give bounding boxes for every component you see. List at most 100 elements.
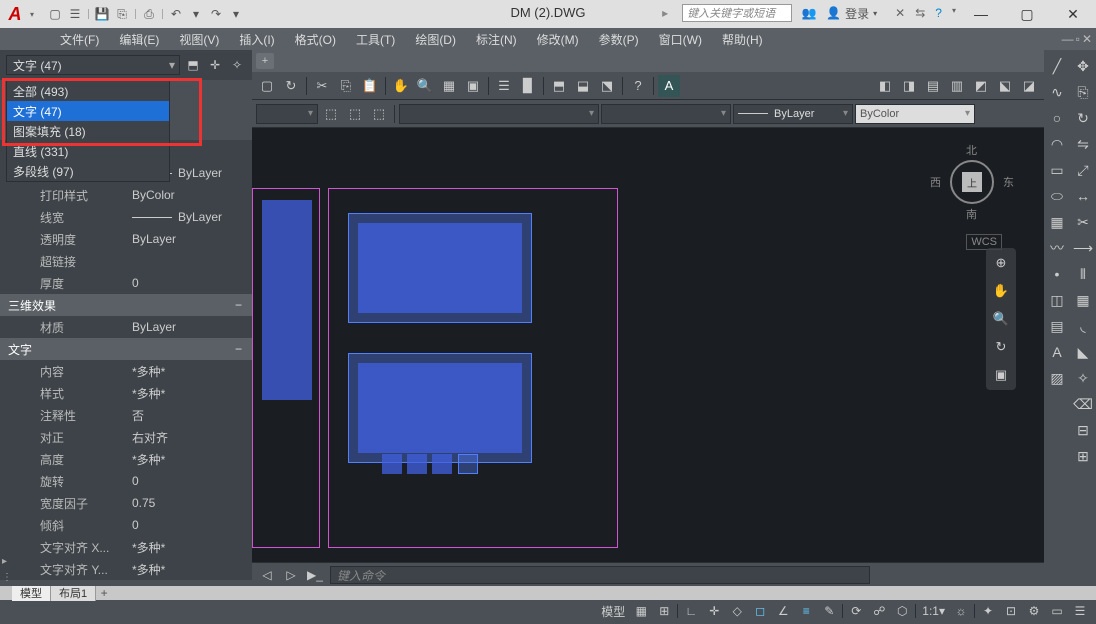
tool-icon[interactable]: ▣ [462,75,484,97]
menu-window[interactable]: 窗口(W) [649,31,712,48]
chamfer-icon[interactable]: ◣ [1073,342,1093,362]
ellipse-icon[interactable]: ⬭ [1047,186,1067,206]
group-3d-effects[interactable]: 三维效果 [0,294,252,316]
dyn-input-icon[interactable]: ✎ [819,602,839,620]
point-icon[interactable]: • [1047,264,1067,284]
tool-icon[interactable]: ◨ [898,75,920,97]
annoscale-icon[interactable]: 1:1▾ [919,602,948,620]
cycling-icon[interactable]: ⟳ [846,602,866,620]
dropdown-item[interactable]: 多段线 (97) [7,161,169,181]
dropdown-item[interactable]: 全部 (493) [7,81,169,101]
app-logo[interactable]: A [0,0,30,28]
menu-view[interactable]: 视图(V) [169,31,229,48]
join-icon[interactable]: ⊞ [1073,446,1093,466]
dropdown-item[interactable]: 直线 (331) [7,141,169,161]
snap-icon[interactable]: ⊞ [654,602,674,620]
tool-icon[interactable]: ◧ [874,75,896,97]
quick-select-icon[interactable]: ⬒ [184,56,202,74]
tool-icon[interactable]: ↻ [280,75,302,97]
circle-icon[interactable]: ○ [1047,108,1067,128]
exchange-icon[interactable]: ✕ [895,6,905,20]
tool-icon[interactable]: ☰ [493,75,515,97]
layer-combo[interactable] [256,104,318,124]
rotate-icon[interactable]: ↻ [1073,108,1093,128]
customize-icon[interactable]: ☰ [1070,602,1090,620]
cart-icon[interactable]: ⇆ [915,6,925,20]
hardware-icon[interactable]: ⚙ [1024,602,1044,620]
layer-tool-icon[interactable]: ⬚ [320,103,342,125]
nav-zoom-icon[interactable]: 🔍 [990,308,1012,330]
nav-showmotion-icon[interactable]: ▣ [990,364,1012,386]
ortho-icon[interactable]: ∟ [681,602,701,620]
pick-add-icon[interactable]: ✛ [206,56,224,74]
help-tool-icon[interactable]: ? [627,75,649,97]
mirror-icon[interactable]: ⇋ [1073,134,1093,154]
nav-pan-icon[interactable]: ✋ [990,280,1012,302]
close-button[interactable]: ✕ [1050,0,1096,28]
erase-icon[interactable]: ⌫ [1073,394,1093,414]
cmd-prompt-icon[interactable]: ▶_ [306,566,324,584]
properties-anchor-icon[interactable]: ▸ [2,556,16,570]
maximize-button[interactable]: ▢ [1004,0,1050,28]
arc-icon[interactable]: ◠ [1047,134,1067,154]
tool-icon[interactable]: ⎘ [335,75,357,97]
doc-minimize-icon[interactable]: — [1062,32,1074,46]
otrack-icon[interactable]: ∠ [773,602,793,620]
cmd-history-icon[interactable]: ▷ [282,566,300,584]
menu-format[interactable]: 格式(O) [285,31,346,48]
menu-file[interactable]: 文件(F) [50,31,109,48]
open-icon[interactable]: ☰ [66,5,84,23]
redo-icon[interactable]: ↷ [207,5,225,23]
help-search-input[interactable]: 键入关键字或短语 [682,4,792,22]
login-dropdown-icon[interactable]: ▾ [873,9,877,18]
viewcube[interactable]: 上 北 南 西 东 [934,144,1010,220]
move-icon[interactable]: ✥ [1073,56,1093,76]
status-model[interactable]: 模型 [598,602,628,620]
undo-icon[interactable]: ↶ [167,5,185,23]
linetype-combo[interactable] [601,104,731,124]
explode-icon[interactable]: ✧ [1073,368,1093,388]
dropdown-item[interactable]: 图案填充 (18) [7,121,169,141]
doc-restore-icon[interactable]: ▫ [1076,32,1080,46]
undo-more-icon[interactable]: ▾ [187,5,205,23]
block-icon[interactable]: ◫ [1047,290,1067,310]
isolate-icon[interactable]: ⊡ [1001,602,1021,620]
layer-tool-icon[interactable]: ⬚ [368,103,390,125]
menu-parametric[interactable]: 参数(P) [589,31,649,48]
pan-icon[interactable]: ✋ [390,75,412,97]
menu-tools[interactable]: 工具(T) [346,31,405,48]
polyline-icon[interactable]: ∿ [1047,82,1067,102]
layer-tool-icon[interactable]: ⬚ [344,103,366,125]
tool-icon[interactable]: ⬕ [994,75,1016,97]
zoom-icon[interactable]: 🔍 [414,75,436,97]
annovis-icon[interactable]: ☼ [951,602,971,620]
nav-orbit-icon[interactable]: ↻ [990,336,1012,358]
login-link[interactable]: 登录 [845,5,869,22]
trim-icon[interactable]: ✂ [1073,212,1093,232]
rectangle-icon[interactable]: ▭ [1047,160,1067,180]
copy-icon[interactable]: ⎘ [1073,82,1093,102]
app-menu-arrow[interactable]: ▾ [30,10,42,19]
tool-icon[interactable]: 📋 [359,75,381,97]
grid-icon[interactable]: ▦ [631,602,651,620]
add-layout-button[interactable]: + [96,586,112,600]
help-dropdown-icon[interactable]: ▾ [952,6,956,20]
plotstyle-combo[interactable]: ByColor [855,104,975,124]
command-input[interactable]: 键入命令 [330,566,870,584]
help-icon[interactable]: ? [935,6,942,20]
layer-name-combo[interactable] [399,104,599,124]
tool-icon[interactable]: ▢ [256,75,278,97]
region-icon[interactable]: ▨ [1047,368,1067,388]
tool-icon[interactable]: ⬒ [548,75,570,97]
search-nav-icon[interactable]: ▸ [656,4,674,22]
scale-icon[interactable]: ⤢ [1073,160,1093,180]
drawing-canvas[interactable]: 上 北 南 西 东 WCS ⊕ ✋ 🔍 ↻ ▣ [252,128,1044,562]
osnap-icon[interactable]: ◻ [750,602,770,620]
tool-icon[interactable]: ⬔ [596,75,618,97]
polar-icon[interactable]: ✛ [704,602,724,620]
minimize-button[interactable]: — [958,0,1004,28]
text-icon[interactable]: A [1047,342,1067,362]
redo-more-icon[interactable]: ▾ [227,5,245,23]
offset-icon[interactable]: ⫴ [1073,264,1093,284]
new-icon[interactable]: ▢ [46,5,64,23]
